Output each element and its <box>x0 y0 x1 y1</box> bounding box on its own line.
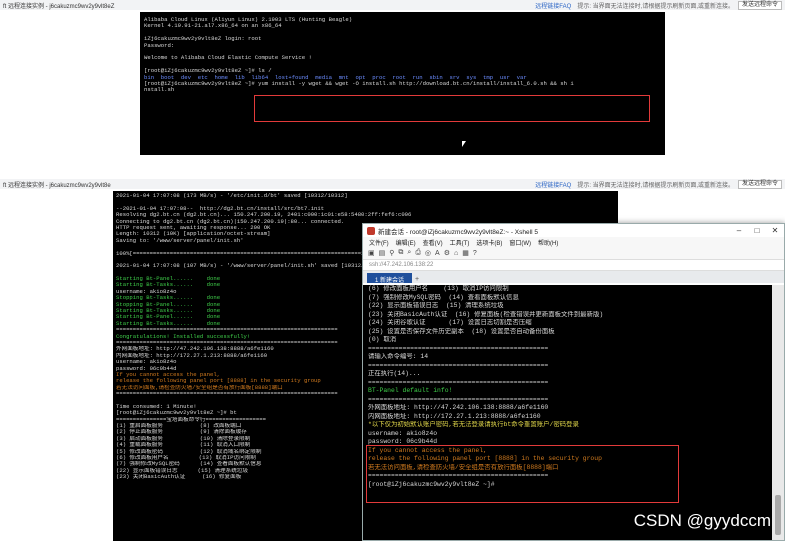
terminal-line: ========================================… <box>368 361 549 369</box>
terminal-line: 外网面板地址: http://47.242.106.138:8888/a6fe1… <box>368 404 549 411</box>
layout-icon[interactable]: ▦ <box>462 249 469 257</box>
browser-toolbar: ft 远程连接实例 - j6cakuzmc9wv2y9vlt8eZ 远程链接FA… <box>0 0 785 10</box>
menu-item[interactable]: 文件(F) <box>369 238 389 247</box>
minimize-icon[interactable]: – <box>730 226 748 235</box>
add-tab-icon[interactable]: + <box>415 276 419 283</box>
terminal-line: nstall.sh <box>144 87 175 94</box>
mouse-cursor-icon <box>462 141 466 147</box>
hint-text: 提示: 当界面无法连接时,请根据提示刷新页面,或重新连接。 <box>577 3 734 10</box>
menu-item[interactable]: 查看(V) <box>423 238 443 247</box>
terminal-line: (7) 强制修改MySQL密码 (14) 查看面板默认信息 <box>368 293 519 301</box>
lock-icon[interactable]: ⌂ <box>454 250 458 257</box>
print-icon[interactable]: ⎙ <box>415 249 421 257</box>
tab-new-session[interactable]: 1 新建会话 <box>367 273 413 284</box>
terminal-line: (25) 设置是否保存文件历史副本 (18) 设置是否自动备份面板 <box>368 327 555 335</box>
top-screenshot: ft 远程连接实例 - j6cakuzmc9wv2y9vlt8eZ 远程链接FA… <box>0 0 785 157</box>
menu-item[interactable]: 窗口(W) <box>509 238 531 247</box>
terminal-line: (22) 显示面板错误日志 (15) 清理系统垃圾 <box>368 302 504 309</box>
terminal-line: (6) 修改面板用户名 (13) 取消IP访问限制 <box>368 285 509 292</box>
menu-item[interactable]: 选项卡(B) <box>476 238 502 247</box>
separator <box>0 157 785 179</box>
copy-icon[interactable]: ⧉ <box>398 249 403 257</box>
terminal-line: (23) 关闭BasicAuth认证 (16) 修复面板(检查错误并更新面板文件… <box>368 310 604 318</box>
terminal-line: ========================================… <box>368 395 549 403</box>
terminal-line: (24) 关闭谷歌认证 (17) 设置日志切割是否压缩 <box>368 319 532 326</box>
link-icon[interactable]: ⚲ <box>389 249 394 257</box>
terminal-line: 请输入命令编号: 14 <box>368 353 429 360</box>
menu-item[interactable]: 帮助(H) <box>538 238 558 247</box>
settings-icon[interactable]: ⚙ <box>444 249 450 257</box>
menu-item[interactable]: 编辑(E) <box>396 238 416 247</box>
scrollbar-thumb[interactable] <box>775 495 781 535</box>
font-icon[interactable]: A <box>435 250 440 257</box>
toolbar: ▣ ▤ ⚲ ⧉ ⌕ ⎙ ◎ A ⚙ ⌂ ▦ ? <box>363 247 784 259</box>
browser-toolbar: ft 远程连接实例 - j6cakuzmc9wv2y9vlt8e 远程链接FAQ… <box>0 179 785 189</box>
menu-item[interactable]: 工具(T) <box>450 238 470 247</box>
xshell-titlebar: 新建会话 - root@iZj6cakuzmc9wv2y9vlt8eZ:~ - … <box>363 224 784 237</box>
terminal-line: username: akio8z4o <box>368 429 438 437</box>
terminal-top[interactable]: Alibaba Cloud Linux (Aliyun Linux) 2.190… <box>140 12 665 155</box>
terminal-line: *以下仅为初始默认账户密码,若无法登录请执行bt命令重置账户/密码登录 <box>368 421 579 428</box>
highlight-panel-info <box>366 445 679 503</box>
send-command-button[interactable]: 发送远程命令 <box>737 179 782 189</box>
address-bar[interactable]: ssh://47.242.106.138:22 <box>363 259 784 271</box>
search-icon[interactable]: ⌕ <box>407 249 411 257</box>
terminal-line: ========================================… <box>368 378 549 386</box>
new-session-icon[interactable]: ▣ <box>368 249 375 257</box>
send-command-button[interactable]: 发送远程命令 <box>737 0 782 10</box>
faq-link[interactable]: 远程链接FAQ <box>535 180 571 189</box>
help-icon[interactable]: ? <box>473 250 477 257</box>
terminal-line: 正在执行(14)... <box>368 370 421 377</box>
hint-text: 提示: 当界面无法连接时,请根据提示刷新页面,或重新连接。 <box>577 182 734 189</box>
watermark: CSDN @gyydccm <box>633 511 771 530</box>
xshell-title: 新建会话 - root@iZj6cakuzmc9wv2y9vlt8eZ:~ - … <box>378 228 538 236</box>
terminal-line: (0) 取消 <box>368 336 397 343</box>
scrollbar[interactable] <box>772 285 784 540</box>
maximize-icon[interactable]: □ <box>748 226 766 235</box>
browser-title: ft 远程连接实例 - j6cakuzmc9wv2y9vlt8e <box>3 182 111 189</box>
faq-link[interactable]: 远程链接FAQ <box>535 1 571 10</box>
menu-bar: 文件(F) 编辑(E) 查看(V) 工具(T) 选项卡(B) 窗口(W) 帮助(H) <box>363 237 784 247</box>
globe-icon[interactable]: ◎ <box>425 249 431 257</box>
xshell-logo-icon <box>367 226 375 235</box>
terminal-line: 内网面板地址: http://172.27.1.213:8888/a6fe116… <box>368 412 541 420</box>
terminal-line: ========================================… <box>368 344 549 352</box>
close-icon[interactable]: ✕ <box>766 226 784 235</box>
open-folder-icon[interactable]: ▤ <box>379 249 386 257</box>
browser-title: ft 远程连接实例 - j6cakuzmc9wv2y9vlt8eZ <box>3 3 115 10</box>
session-tabs: 1 新建会话 + <box>363 271 784 284</box>
highlight-install-command <box>254 95 650 122</box>
terminal-line: BT-Panel default info! <box>368 387 453 394</box>
